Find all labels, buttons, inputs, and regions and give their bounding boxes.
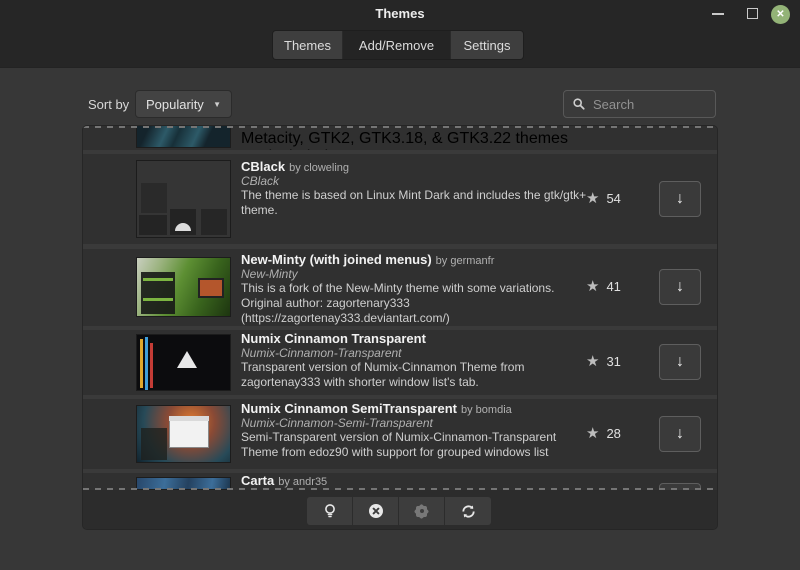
- list-item-cblack[interactable]: CBlackby cloweling CBlack The theme is b…: [83, 154, 718, 244]
- theme-description: Transparent version of Numix-Cinnamon Th…: [241, 360, 589, 390]
- search-input[interactable]: [593, 97, 707, 112]
- star-rating: ★ 31: [586, 352, 656, 370]
- search-icon: [572, 97, 586, 111]
- action-toolbar: [83, 490, 718, 530]
- chevron-down-icon: ▼: [213, 100, 221, 109]
- theme-title: Numix Cinnamon SemiTransparentby bomdia: [241, 401, 589, 416]
- list-item-numix-transparent[interactable]: Numix Cinnamon Transparent Numix-Cinnamo…: [83, 330, 718, 395]
- star-icon: ★: [586, 189, 599, 207]
- download-icon: ↓: [676, 190, 684, 208]
- action-button-group: [307, 497, 491, 525]
- sort-by-label: Sort by: [88, 97, 129, 112]
- close-icon: ✕: [776, 10, 784, 20]
- themes-window: Themes ✕ Themes Add/Remove Settings Sort…: [0, 0, 800, 570]
- x-circle-icon: [368, 503, 384, 519]
- list-item-partial-top[interactable]: Metacity, GTK2, GTK3.18, & GTK3.22 theme…: [83, 126, 718, 150]
- theme-thumbnail: [136, 405, 231, 463]
- refresh-button[interactable]: [445, 497, 491, 525]
- download-button[interactable]: ↓: [659, 181, 701, 217]
- download-icon: ↓: [676, 353, 684, 371]
- theme-subtitle: Numix-Cinnamon-Semi-Transparent: [241, 416, 589, 430]
- theme-list[interactable]: Metacity, GTK2, GTK3.18, & GTK3.22 theme…: [82, 125, 718, 530]
- theme-subtitle: Numix-Cinnamon-Transparent: [241, 346, 589, 360]
- remove-button[interactable]: [353, 497, 399, 525]
- star-icon: ★: [586, 352, 599, 370]
- theme-description: This is a fork of the New-Minty theme wi…: [241, 281, 589, 326]
- gear-icon: [415, 505, 428, 518]
- star-count: 28: [606, 426, 620, 441]
- theme-thumbnail: [136, 257, 231, 317]
- titlebar: Themes ✕ Themes Add/Remove Settings: [0, 0, 800, 68]
- download-icon: ↓: [676, 278, 684, 296]
- download-button[interactable]: ↓: [659, 269, 701, 305]
- download-button[interactable]: ↓: [659, 416, 701, 452]
- theme-title: CBlackby cloweling: [241, 159, 589, 174]
- theme-title: New-Minty (with joined menus)by germanfr: [241, 252, 589, 267]
- tab-themes[interactable]: Themes: [273, 31, 343, 59]
- theme-title: Numix Cinnamon Transparent: [241, 331, 589, 346]
- tab-add-remove[interactable]: Add/Remove: [343, 31, 451, 59]
- star-icon: ★: [586, 277, 599, 295]
- sort-dropdown-value: Popularity: [146, 97, 204, 112]
- star-count: 31: [606, 354, 620, 369]
- sort-dropdown[interactable]: Popularity ▼: [135, 90, 232, 118]
- tab-settings[interactable]: Settings: [451, 31, 523, 59]
- theme-thumbnail: [136, 126, 231, 148]
- download-button[interactable]: ↓: [659, 344, 701, 380]
- theme-author: by cloweling: [289, 162, 349, 174]
- tab-bar: Themes Add/Remove Settings: [272, 30, 524, 60]
- close-button[interactable]: ✕: [771, 5, 790, 24]
- download-icon: ↓: [676, 425, 684, 443]
- theme-subtitle: New-Minty: [241, 267, 589, 281]
- theme-author: by bomdia: [461, 404, 512, 416]
- theme-author: by andr35: [278, 476, 327, 488]
- list-item-numix-semitransparent[interactable]: Numix Cinnamon SemiTransparentby bomdia …: [83, 399, 718, 469]
- list-item-new-minty[interactable]: New-Minty (with joined menus)by germanfr…: [83, 249, 718, 326]
- star-rating: ★ 41: [586, 277, 656, 295]
- search-box: [563, 90, 716, 118]
- minimize-button[interactable]: [712, 13, 724, 15]
- scroll-overflow-top-indicator: [83, 126, 718, 128]
- scroll-overflow-bottom-indicator: [83, 488, 718, 490]
- theme-thumbnail: [136, 160, 231, 238]
- theme-description: The theme is based on Linux Mint Dark an…: [241, 188, 589, 218]
- hint-button[interactable]: [307, 497, 353, 525]
- theme-thumbnail: [136, 334, 231, 391]
- lightbulb-icon: [322, 503, 338, 519]
- window-title: Themes: [0, 6, 800, 21]
- star-icon: ★: [586, 424, 599, 442]
- settings-button[interactable]: [399, 497, 445, 525]
- star-count: 54: [606, 191, 620, 206]
- theme-subtitle: CBlack: [241, 174, 589, 188]
- star-count: 41: [606, 279, 620, 294]
- refresh-icon: [460, 503, 477, 520]
- maximize-button[interactable]: [747, 8, 758, 19]
- theme-description: Metacity, GTK2, GTK3.18, & GTK3.22 theme…: [241, 130, 589, 150]
- star-rating: ★ 28: [586, 424, 656, 442]
- theme-description: Semi-Transparent version of Numix-Cinnam…: [241, 430, 589, 460]
- theme-author: by germanfr: [436, 255, 495, 267]
- star-rating: ★ 54: [586, 189, 656, 207]
- theme-title: Cartaby andr35: [241, 473, 589, 488]
